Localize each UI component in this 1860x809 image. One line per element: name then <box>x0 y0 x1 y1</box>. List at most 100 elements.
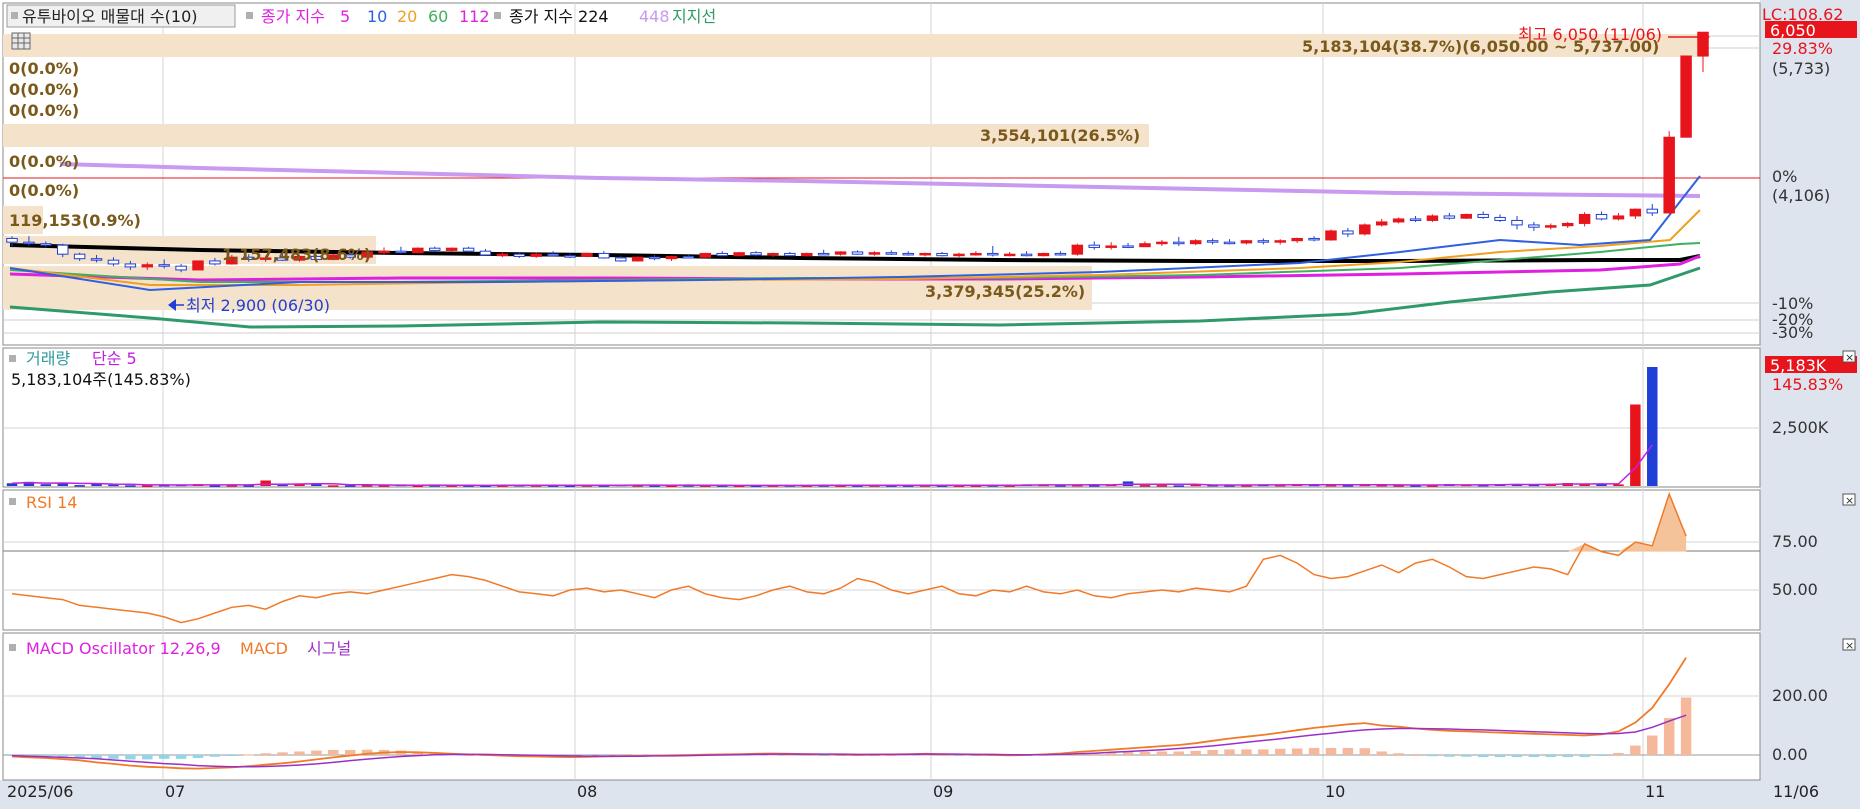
macd-oscillator-bar <box>1511 755 1523 758</box>
macd-oscillator-bar <box>1410 755 1421 756</box>
rsi-tick-75: 75.00 <box>1772 532 1818 551</box>
macd-oscillator-bar <box>1596 755 1607 756</box>
candle-body <box>817 252 830 256</box>
volume-bar <box>1630 404 1641 486</box>
candle-body <box>192 260 204 271</box>
profile-label-5: 3,554,101(26.5%) <box>980 126 1140 145</box>
candle <box>1206 238 1219 245</box>
candle-body <box>1206 240 1219 243</box>
candle-body <box>547 253 559 257</box>
macd-oscillator-bar <box>1613 752 1624 755</box>
macd-oscillator-bar <box>125 755 136 760</box>
legend-ma-10: 10 <box>367 7 387 26</box>
macd-oscillator-bar <box>108 755 119 759</box>
macd-oscillator-bar <box>192 755 204 758</box>
candle <box>1460 213 1473 219</box>
candle-body <box>1494 216 1506 221</box>
high-annotation: 최고 6,050 (11/06) <box>1518 25 1662 44</box>
candle <box>1274 239 1286 245</box>
legend-marker-icon <box>9 498 16 505</box>
candle <box>192 260 204 271</box>
candle <box>1528 221 1540 231</box>
rsi-overbought-fill <box>1567 494 1687 552</box>
candle-body <box>429 247 441 251</box>
macd-oscillator-bar <box>260 753 271 755</box>
candle-body <box>158 264 170 267</box>
macd-oscillator-bar <box>1139 751 1151 755</box>
candle <box>953 252 965 258</box>
candle <box>1494 214 1506 222</box>
legend-ma-448: 448 <box>639 7 670 26</box>
candle-body <box>395 250 407 254</box>
ma-448-line <box>59 162 1701 198</box>
date-label-oct: 10 <box>1325 782 1345 801</box>
candle <box>1054 251 1067 256</box>
candle-body <box>56 244 69 255</box>
candle <box>716 251 728 257</box>
candle-body <box>902 252 914 256</box>
candle <box>1291 237 1303 243</box>
macd-oscillator-bar <box>1494 755 1506 758</box>
macd-line <box>11 657 1687 770</box>
candle-body <box>175 265 187 271</box>
rsi-line <box>11 491 1687 624</box>
candle <box>1392 217 1405 224</box>
candle-body <box>767 252 779 256</box>
candle-body <box>90 258 103 261</box>
date-label-sep: 09 <box>933 782 953 801</box>
macd-oscillator-bar <box>1359 748 1371 755</box>
macd-oscillator-bar <box>784 754 796 756</box>
candle <box>412 247 424 254</box>
macd-oscillator-bar <box>1275 748 1286 755</box>
candle <box>1325 229 1337 241</box>
macd-oscillator-bar <box>1190 750 1201 755</box>
macd-oscillator-bar <box>1224 749 1235 755</box>
candle-body <box>648 256 661 260</box>
date-label-jun: 2025/06 <box>7 782 73 801</box>
candle-body <box>1223 241 1236 245</box>
profile-bar-2 <box>3 124 1149 147</box>
macd-tick-0: 0.00 <box>1772 745 1808 764</box>
candle-body <box>1561 222 1574 227</box>
candle-body <box>1646 208 1659 214</box>
candle <box>1071 243 1084 256</box>
candle <box>919 252 931 257</box>
candle <box>885 250 898 255</box>
candle <box>936 251 948 257</box>
candle <box>987 245 999 257</box>
candle <box>1443 212 1456 220</box>
macd-oscillator-bar <box>1680 697 1692 755</box>
profile-label-6: 0(0.0%) <box>9 152 79 171</box>
volume-bar <box>328 485 339 487</box>
candle-body <box>1460 213 1473 219</box>
macd-oscillator-bar <box>328 749 339 755</box>
candle <box>1578 212 1591 227</box>
candle-body <box>23 241 35 245</box>
candle <box>784 251 796 257</box>
candle <box>429 246 441 252</box>
svg-text:×: × <box>1845 494 1854 507</box>
macd-gridlines <box>3 695 1760 756</box>
grid-toggle-icon[interactable] <box>11 32 31 50</box>
candle <box>1173 236 1185 246</box>
candle-body <box>124 263 137 268</box>
candle-body <box>1257 240 1270 243</box>
candle-body <box>851 251 864 255</box>
macd-legend: MACD Oscillator 12,26,9 MACD 시그널 <box>9 639 351 658</box>
volume-bar <box>209 485 221 488</box>
candle-body <box>987 252 999 256</box>
volume-bar <box>344 485 356 487</box>
volume-panel[interactable] <box>2 347 1761 488</box>
candle-body <box>496 253 509 257</box>
candle-body <box>40 243 52 246</box>
candle-body <box>631 256 644 262</box>
low-annotation: 최저 2,900 (06/30) <box>186 296 330 315</box>
stock-chart[interactable]: 5,183,104(38.7%)(6,050.00 ~ 5,737.00) 0(… <box>0 0 1860 809</box>
macd-oscillator-bar <box>311 750 322 755</box>
candle-body <box>73 253 86 260</box>
candle-body <box>1409 218 1422 221</box>
macd-oscillator-bar <box>1630 745 1641 755</box>
candle-body <box>1003 253 1016 257</box>
macd-legend-2: MACD <box>240 639 288 658</box>
candle <box>581 252 593 258</box>
